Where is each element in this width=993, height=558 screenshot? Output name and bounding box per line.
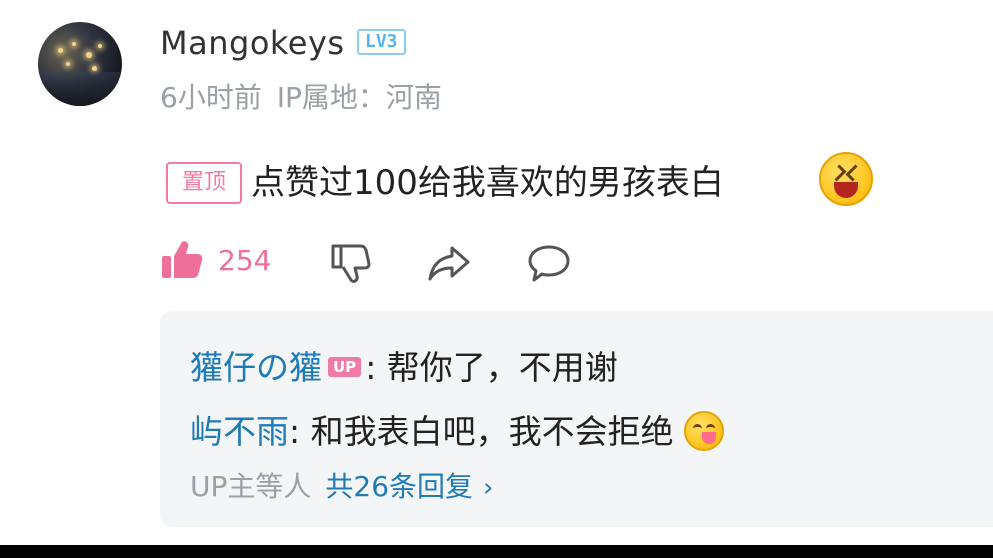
view-all-replies[interactable]: UP主等人 共26条回复 ›: [190, 465, 493, 505]
reply-icon[interactable]: [526, 240, 572, 286]
like-icon: [162, 241, 203, 278]
reply-total-link[interactable]: 共26条回复: [325, 470, 473, 503]
reply-item[interactable]: 獾仔の獾 UP: 帮你了，不用谢: [190, 341, 618, 389]
reply-participants: UP主等人: [190, 470, 312, 503]
reply-text: 和我表白吧，我不会拒绝: [300, 412, 674, 451]
username[interactable]: Mangokeys: [160, 24, 345, 62]
comment-meta: 6小时前 IP属地：河南: [160, 76, 448, 116]
avatar[interactable]: [38, 22, 122, 106]
reply-preview[interactable]: 獾仔の獾 UP: 帮你了，不用谢 屿不雨: 和我表白吧，我不会拒绝 UP主等人 共2…: [160, 311, 993, 527]
comment-card: Mangokeys LV3 6小时前 IP属地：河南 置顶 点赞过100给我喜欢…: [0, 0, 993, 545]
like-count: 254: [218, 243, 272, 277]
ip-location: IP属地：河南: [276, 81, 442, 114]
level-badge: LV3: [357, 29, 406, 55]
chevron-right-icon: ›: [483, 473, 494, 503]
yum-emoji-icon: [684, 410, 725, 451]
up-badge: UP: [328, 356, 362, 377]
reply-separator: :: [289, 412, 301, 451]
comment-text: 点赞过100给我喜欢的男孩表白: [251, 163, 724, 203]
share-icon[interactable]: [426, 240, 472, 286]
face-emoji-icon: [819, 152, 873, 206]
reply-separator: :: [365, 348, 377, 387]
like-button[interactable]: 254: [160, 238, 271, 282]
reply-text: 帮你了，不用谢: [376, 348, 618, 387]
time-ago: 6小时前: [160, 81, 262, 114]
dislike-icon[interactable]: [327, 240, 373, 286]
reply-item[interactable]: 屿不雨: 和我表白吧，我不会拒绝: [190, 405, 725, 454]
reply-username[interactable]: 屿不雨: [190, 412, 289, 451]
reply-username[interactable]: 獾仔の獾: [190, 348, 322, 387]
pinned-badge: 置顶: [166, 162, 242, 204]
